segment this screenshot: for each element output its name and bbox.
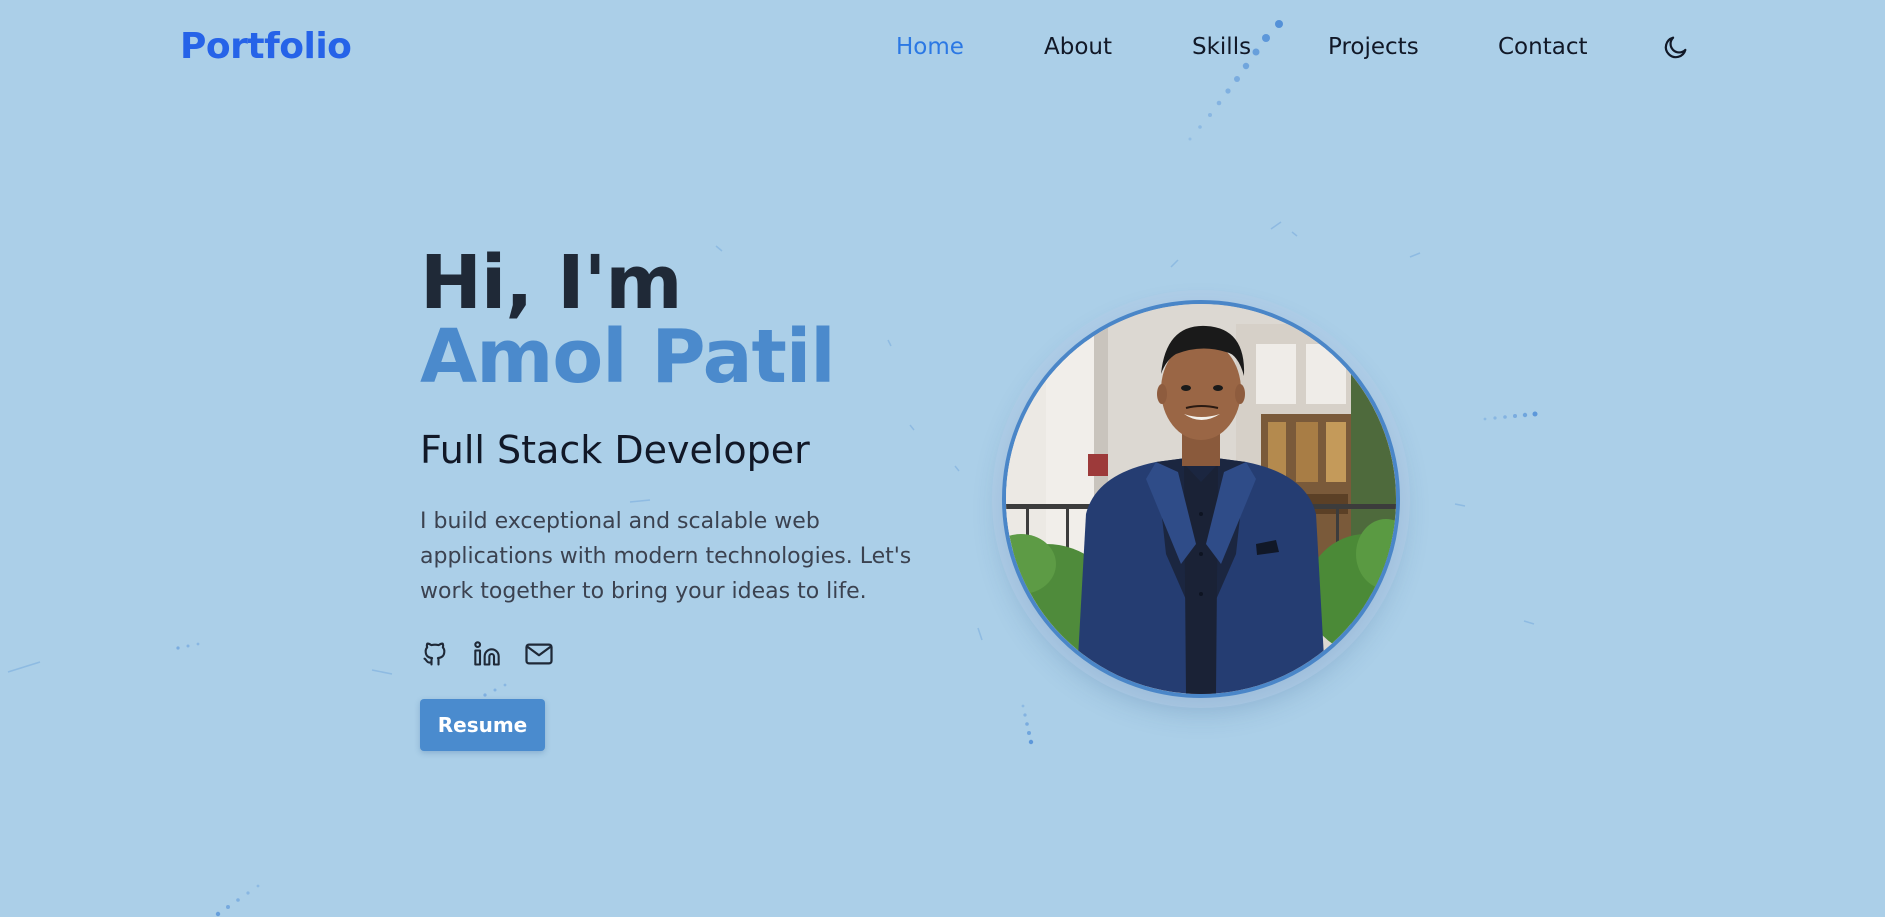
mail-icon [525,643,553,665]
linkedin-link[interactable] [472,638,502,670]
nav-link-contact[interactable]: Contact [1498,34,1587,60]
hero-role: Full Stack Developer [420,428,810,472]
github-icon [423,642,446,666]
moon-icon [1664,36,1687,59]
resume-button[interactable]: Resume [420,699,545,751]
hero-name: Amol Patil [420,314,836,400]
linkedin-icon [474,641,500,666]
social-links [420,638,554,670]
site-logo[interactable]: Portfolio [180,26,352,67]
hero-greeting: Hi, I'm [420,240,682,326]
nav-link-home[interactable]: Home [896,34,964,60]
nav-link-skills[interactable]: Skills [1192,34,1251,60]
email-link[interactable] [524,638,554,670]
particle-background [7,20,1538,917]
nav-link-projects[interactable]: Projects [1328,34,1419,60]
profile-photo [1002,300,1400,698]
theme-toggle-button[interactable] [1660,31,1692,63]
profile-photo-illustration [1006,304,1396,694]
github-link[interactable] [420,638,450,670]
hero-description: I build exceptional and scalable web app… [420,509,912,604]
nav-link-about[interactable]: About [1044,34,1112,60]
